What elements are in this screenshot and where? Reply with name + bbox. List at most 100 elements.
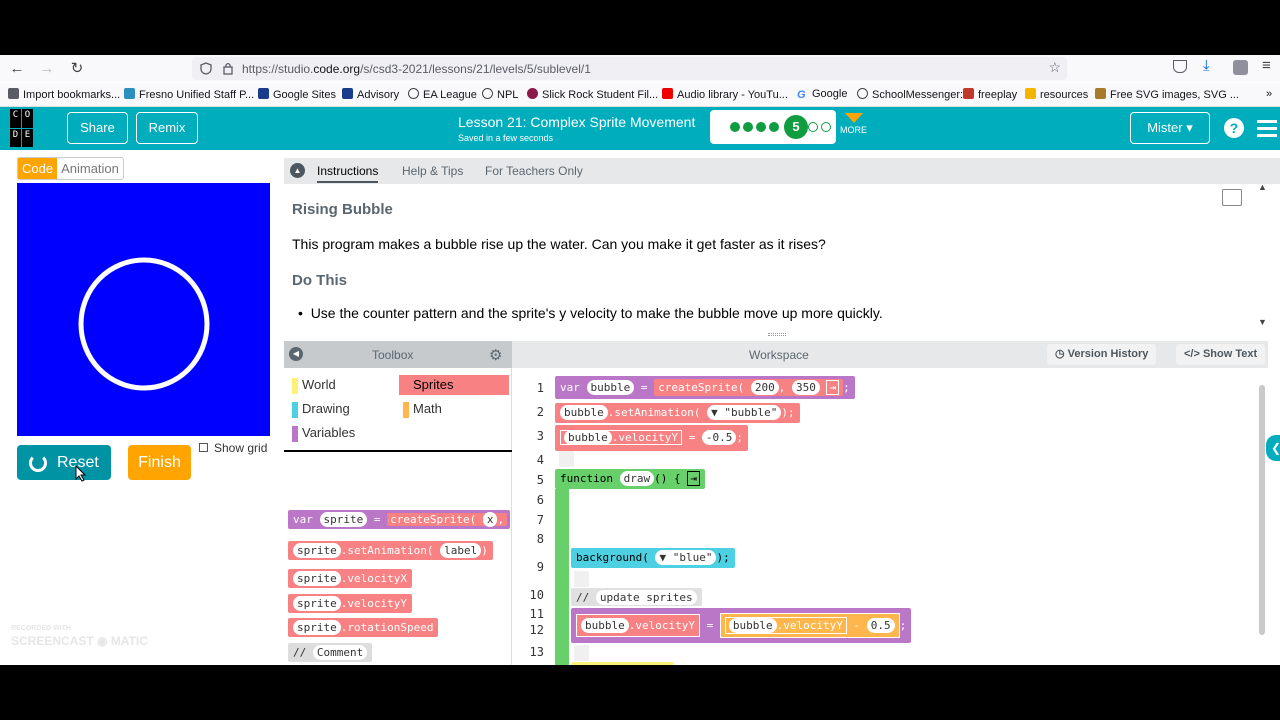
globe-icon [408, 88, 419, 99]
level-dot[interactable] [808, 122, 818, 132]
star-icon[interactable]: ☆ [1048, 59, 1061, 76]
function-draw-block[interactable]: function draw() { ⇥ [555, 469, 705, 489]
tab-instructions[interactable]: Instructions [317, 164, 379, 183]
google-icon: G [797, 89, 806, 101]
watermark-small-text: RECORDED WITH [11, 625, 71, 632]
more-button[interactable]: MORE [840, 113, 867, 135]
velocity-assign-block[interactable]: bubble .velocityY = -0.5; [555, 425, 748, 451]
category-drawing[interactable]: Drawing [288, 399, 388, 419]
current-level-dot[interactable]: 5 [784, 115, 808, 139]
reset-button[interactable]: Reset [17, 445, 111, 480]
code-org-logo[interactable]: C O D E [10, 109, 46, 147]
category-label: Variables [302, 425, 356, 440]
bookmark-item[interactable]: EA League [408, 88, 477, 101]
velocity-y-block[interactable]: sprite .velocityY [288, 594, 412, 613]
velocity-x-block[interactable]: sprite .velocityX [288, 569, 412, 588]
background-call-block[interactable]: background( ▼ "blue"); [571, 548, 735, 568]
task-text: Use the counter pattern and the sprite's… [310, 305, 883, 321]
set-animation-block[interactable]: sprite .setAnimation( label) [288, 541, 493, 560]
show-grid-checkbox[interactable]: Show grid [199, 441, 267, 455]
finish-button[interactable]: Finish [128, 445, 191, 480]
instructions-tabbar: ▲ Instructions Help & Tips For Teachers … [284, 158, 1280, 184]
comment-block[interactable]: // Comment [288, 643, 373, 662]
share-button[interactable]: Share [67, 112, 128, 144]
bookmark-item[interactable]: resources [1025, 88, 1088, 101]
collapse-icon[interactable]: ▲ [290, 163, 305, 178]
empty-statement-slot[interactable] [559, 451, 574, 467]
side-drawer-tab[interactable]: ❮ [1266, 435, 1280, 461]
category-sprites[interactable]: Sprites [399, 375, 509, 395]
scroll-up-icon[interactable]: ▲ [1258, 182, 1267, 192]
extension-icon[interactable] [1233, 60, 1248, 75]
scrollbar-thumb[interactable] [1259, 385, 1265, 635]
bookmark-item[interactable]: G Google [797, 88, 847, 101]
task-item: • Use the counter pattern and the sprite… [298, 305, 883, 321]
collapse-toolbox-icon[interactable]: ◀ [289, 347, 303, 361]
bookmark-item[interactable]: SchoolMessenger: [857, 88, 963, 101]
more-label: MORE [840, 125, 867, 135]
svg-site-icon [1095, 88, 1106, 99]
bookmark-item[interactable]: Google Sites [258, 88, 336, 101]
game-stage[interactable] [17, 183, 270, 436]
bookmark-item[interactable]: Free SVG images, SVG ... [1095, 88, 1239, 101]
show-text-button[interactable]: </> Show Text [1176, 344, 1266, 365]
empty-statement-slot[interactable] [574, 571, 589, 587]
update-sprites-comment[interactable]: // update sprites [571, 588, 702, 606]
logo-letter [34, 129, 45, 148]
draw-sprites-block[interactable]: drawSprites(); [571, 662, 674, 665]
resize-handle[interactable] [768, 333, 786, 336]
category-variables[interactable]: Variables [288, 423, 388, 443]
tab-for-teachers[interactable]: For Teachers Only [485, 164, 583, 178]
user-name: Mister [1147, 120, 1183, 135]
line-number: 4 [536, 453, 544, 467]
pocket-icon[interactable] [1173, 60, 1187, 73]
var-bubble-block[interactable]: var bubble = createSprite( 200, 350 ⇥; [555, 376, 855, 399]
bookmark-item[interactable]: Fresno Unified Staff P... [124, 88, 254, 101]
bookmark-item[interactable]: Audio library - YouTu... [662, 88, 788, 101]
lesson-title[interactable]: Lesson 21: Complex Sprite Movement [458, 114, 695, 130]
level-dot[interactable] [756, 122, 766, 132]
back-icon[interactable]: ← [7, 59, 27, 79]
tab-code[interactable]: Code [18, 158, 58, 179]
bookmark-item[interactable]: Import bookmarks... [8, 88, 120, 101]
advisory-icon [342, 88, 353, 99]
text-to-speech-icon[interactable] [1222, 189, 1242, 206]
code-workspace[interactable]: 1 2 3 4 5 6 7 8 9 10 11 12 13 var bubble… [512, 368, 1268, 665]
help-icon[interactable]: ? [1224, 118, 1244, 138]
user-menu-button[interactable]: Mister ▾ [1130, 112, 1210, 144]
workspace-title: Workspace [749, 348, 809, 362]
forward-icon[interactable]: → [37, 59, 57, 79]
velocity-increment-block[interactable]: bubble .velocityY = bubble .velocityY - 0.… [571, 608, 912, 643]
url-bar[interactable]: https://studio.code.org/s/csd3-2021/less… [192, 57, 1067, 80]
level-dot[interactable] [743, 122, 753, 132]
var-sprite-block[interactable]: var sprite = createSprite( x, [288, 510, 510, 529]
empty-statement-slot[interactable] [574, 645, 589, 661]
bookmark-item[interactable]: Advisory [342, 88, 399, 101]
category-color-swatch [292, 402, 298, 418]
bookmark-item[interactable]: NPL [482, 88, 518, 101]
rotation-speed-block[interactable]: sprite .rotationSpeed [288, 618, 439, 637]
reload-icon[interactable]: ↻ [67, 59, 87, 79]
hamburger-menu-icon[interactable] [1257, 120, 1277, 141]
tab-animation[interactable]: Animation [57, 158, 123, 179]
bookmark-item[interactable]: freeplay [963, 88, 1017, 101]
tab-help-tips[interactable]: Help & Tips [402, 164, 463, 178]
bookmark-item[interactable]: Slick Rock Student Fil... [527, 88, 658, 101]
level-dot[interactable] [821, 122, 831, 132]
code-icon: </> [1184, 348, 1200, 360]
level-dot[interactable] [730, 122, 740, 132]
overflow-menu-icon[interactable]: ≡ [1262, 57, 1271, 74]
remix-button[interactable]: Remix [136, 112, 198, 144]
do-this-heading: Do This [292, 272, 347, 289]
set-animation-bubble-block[interactable]: bubble .setAnimation( ▼ "bubble"); [555, 403, 800, 423]
category-world[interactable]: World [288, 375, 388, 395]
download-icon[interactable]: ⤓ [1203, 57, 1210, 74]
level-dot[interactable] [769, 122, 779, 132]
code-animation-toggle: Code Animation [17, 157, 124, 180]
scroll-down-icon[interactable]: ▼ [1258, 317, 1267, 327]
version-history-button[interactable]: ◷ Version History [1047, 344, 1157, 365]
workspace-scrollbar[interactable] [1256, 375, 1268, 660]
category-math[interactable]: Math [399, 399, 499, 419]
gear-icon[interactable]: ⚙ [489, 346, 502, 364]
bookmarks-overflow-icon[interactable]: » [1266, 88, 1272, 100]
